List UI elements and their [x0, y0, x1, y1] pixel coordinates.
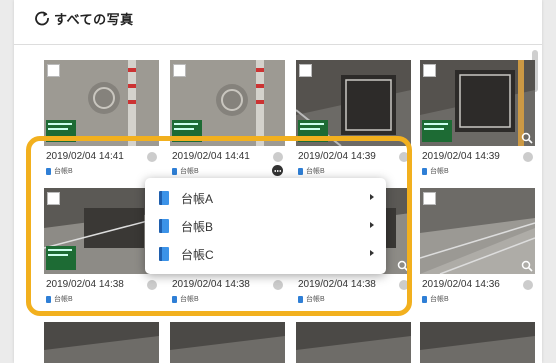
photo-thumbnail[interactable]: [170, 322, 285, 363]
photo-thumbnail[interactable]: [170, 60, 285, 146]
ledger-label: 台帳B: [298, 294, 325, 304]
photo-thumbnail[interactable]: [420, 188, 535, 274]
status-dot: [273, 280, 283, 290]
zoom-icon[interactable]: [521, 132, 533, 144]
photo-thumbnail[interactable]: [296, 322, 411, 363]
status-dot: [147, 152, 157, 162]
photo-thumbnail[interactable]: [296, 60, 411, 146]
select-checkbox[interactable]: [47, 64, 60, 77]
photo-card[interactable]: 2019/02/04 14:36 台帳B: [420, 188, 535, 316]
photo-date: 2019/02/04 14:36: [422, 279, 500, 290]
gallery-header: すべての写真: [14, 0, 542, 45]
ledger-label: 台帳B: [422, 294, 449, 304]
photo-date: 2019/02/04 14:38: [46, 279, 124, 290]
menu-item-ledger-c[interactable]: 台帳C: [145, 240, 386, 268]
book-icon: [172, 167, 177, 175]
menu-item-label: 台帳C: [181, 247, 214, 262]
menu-item-label: 台帳B: [181, 219, 214, 234]
book-icon: [422, 295, 427, 303]
ledger-label: 台帳B: [172, 166, 199, 176]
book-icon: [172, 295, 177, 303]
status-dot: [273, 152, 283, 162]
photo-thumbnail[interactable]: [44, 188, 159, 274]
submenu-arrow-icon: [370, 194, 374, 200]
book-icon: [159, 219, 169, 233]
more-options-icon[interactable]: [272, 165, 283, 176]
book-icon: [159, 191, 169, 205]
photo-thumbnail[interactable]: [420, 60, 535, 146]
refresh-icon[interactable]: [34, 10, 50, 26]
ledger-label: 台帳B: [298, 166, 325, 176]
ledger-context-menu: 台帳A 台帳B 台帳C: [145, 178, 386, 274]
book-icon: [46, 295, 51, 303]
book-icon: [298, 167, 303, 175]
book-icon: [159, 247, 169, 261]
select-checkbox[interactable]: [173, 64, 186, 77]
book-icon: [298, 295, 303, 303]
photo-card[interactable]: 2019/02/04 14:39 台帳B: [296, 60, 411, 188]
menu-item-ledger-b[interactable]: 台帳B: [145, 212, 386, 240]
submenu-arrow-icon: [370, 222, 374, 228]
select-checkbox[interactable]: [423, 192, 436, 205]
submenu-arrow-icon: [370, 250, 374, 256]
photo-card[interactable]: 2019/02/04 14:38 台帳B: [44, 188, 159, 316]
menu-item-label: 台帳A: [181, 191, 214, 206]
page-title: すべての写真: [54, 12, 134, 27]
ledger-label: 台帳B: [172, 294, 199, 304]
photo-date: 2019/02/04 14:41: [172, 151, 250, 162]
status-dot: [399, 280, 409, 290]
photo-date: 2019/02/04 14:41: [46, 151, 124, 162]
status-dot: [399, 152, 409, 162]
photo-thumbnail[interactable]: [44, 322, 159, 363]
photo-card[interactable]: 2019/02/04 14:39 台帳B: [420, 60, 535, 188]
ledger-label: 台帳B: [422, 166, 449, 176]
select-checkbox[interactable]: [423, 64, 436, 77]
zoom-icon[interactable]: [397, 260, 409, 272]
select-checkbox[interactable]: [299, 64, 312, 77]
status-dot: [523, 280, 533, 290]
zoom-icon[interactable]: [521, 260, 533, 272]
ledger-label: 台帳B: [46, 166, 73, 176]
photo-thumbnail[interactable]: [420, 322, 535, 363]
select-checkbox[interactable]: [47, 192, 60, 205]
photo-date: 2019/02/04 14:38: [298, 279, 376, 290]
photo-date: 2019/02/04 14:38: [172, 279, 250, 290]
menu-item-ledger-a[interactable]: 台帳A: [145, 184, 386, 212]
photo-card[interactable]: 2019/02/04 14:41 台帳B: [170, 60, 285, 188]
photo-thumbnail[interactable]: [44, 60, 159, 146]
book-icon: [46, 167, 51, 175]
status-dot: [147, 280, 157, 290]
photo-date: 2019/02/04 14:39: [422, 151, 500, 162]
book-icon: [422, 167, 427, 175]
ledger-label: 台帳B: [46, 294, 73, 304]
photo-card[interactable]: 2019/02/04 14:41 台帳B: [44, 60, 159, 188]
photo-date: 2019/02/04 14:39: [298, 151, 376, 162]
status-dot: [523, 152, 533, 162]
